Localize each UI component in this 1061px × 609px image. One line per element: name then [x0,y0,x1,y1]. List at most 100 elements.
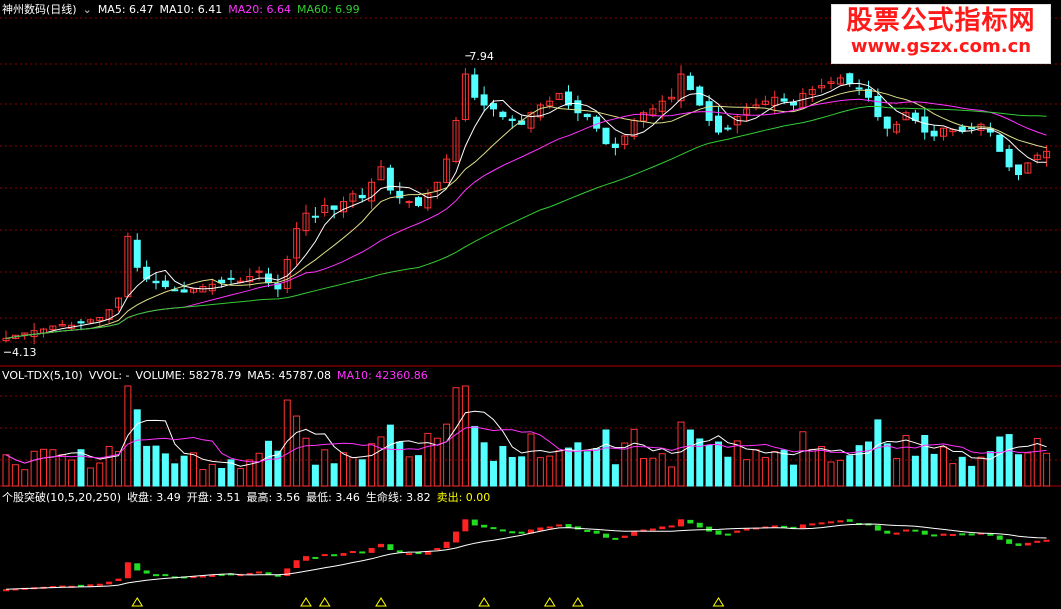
candle-body [1005,148,1013,168]
indicator-bar [293,560,300,568]
indicator-bar [659,526,666,530]
indicator-value: MA10: 6.41 [159,3,223,16]
volume-bar [780,449,788,487]
volume-bar [218,468,226,487]
indicator-bar [612,537,619,540]
volume-bar [1033,437,1041,487]
indicator-bar [893,532,900,535]
candle-body [930,130,938,137]
volume-bar [293,415,301,487]
indicator-bar [1043,539,1050,542]
buy-signal-icon [131,597,144,607]
volume-bar [96,462,104,487]
volume-bar [640,458,647,487]
volume-bar [68,459,76,487]
indicator-bar [678,519,684,527]
volume-bar [958,456,966,487]
volume-bar [274,450,282,487]
volume-bar [358,459,366,487]
indicator-bar [134,563,141,571]
candle-body [705,101,713,121]
volume-bar [724,456,732,487]
grid-lines [0,17,1061,487]
volume-bar [58,454,66,487]
indicator-bar [87,584,94,587]
stock-chart: 7.94 4.13 [0,17,1061,607]
indicator-bar [321,554,328,557]
indicator-bar [1006,539,1013,544]
candle-body [996,134,1004,152]
volume-bar [443,423,451,487]
indicator-panel [3,519,1050,607]
volume-bar [518,456,526,487]
volume-bar [1015,454,1022,487]
indicator-bar [931,534,938,537]
volume-bar [761,457,769,487]
volume-bar [330,463,338,487]
indicator-bar [471,519,478,526]
candle-body [471,74,479,98]
volume-bar [827,461,835,487]
indicator-bar [143,570,150,574]
indicator-bar [106,581,113,585]
indicator-value: VOLUME: 58278.79 [135,369,242,382]
volume-bar [574,442,582,487]
indicator-value: MA60: 6.99 [296,3,360,16]
volume-bar [743,459,751,487]
candle-body [593,116,601,129]
candle-body [311,215,319,218]
indicator-bar [368,547,375,553]
price-header: 神州数码(日线) ⌄ MA5: 6.47 MA10: 6.41 MA20: 6.64 MA… [2,2,366,18]
volume-bar [977,456,985,487]
volume-bar [2,454,10,487]
volume-bar [190,452,197,487]
volume-bar [1043,452,1051,487]
volume-bar [808,448,816,487]
candle-body [499,111,507,118]
volume-header: VOL-TDX(5,10) VVOL: - VOLUME: 58278.79 MA5:… [2,368,434,384]
volume-bar [499,445,507,487]
volume-bar [368,443,376,487]
volume-bar [593,448,601,487]
indicator-value: 收盘: 3.49 [127,491,181,504]
candle-body [715,115,722,133]
buy-signal-icon [571,597,584,607]
indicator-bar [115,578,122,582]
volume-bar [415,455,422,487]
chevron-down-icon[interactable]: ⌄ [83,3,92,16]
indicator-bar [912,529,919,532]
volume-bar [668,466,676,487]
volume-bar [77,449,85,487]
volume-bar [340,452,347,487]
indicator-bar [584,529,591,532]
indicator-bar [359,551,366,554]
volume-bar [471,425,479,487]
buy-signal-icon [478,597,491,607]
indicator-bar [349,551,356,554]
volume-bar [658,453,666,487]
indicator-bar [153,574,159,577]
indicator-value: VOL-TDX(5,10) [2,369,83,382]
indicator-bar [331,554,338,557]
volume-bar [546,455,554,487]
volume-bar [405,456,413,487]
candle-body [846,73,854,84]
candle-body [358,194,366,199]
indicator-bar [949,534,956,537]
volume-bar [255,452,263,487]
volume-bar [968,465,976,487]
indicator-bar [1015,543,1022,546]
indicator-bar [818,522,825,525]
indicator-bar [903,529,909,532]
indicator-bar [668,525,675,528]
volume-bar [874,419,882,487]
volume-bar [649,457,657,487]
volume-bar [30,450,38,487]
volume-bar [996,436,1004,487]
indicator-bar [1034,540,1041,543]
price-panel: 7.94 4.13 [2,50,1051,359]
volume-bar [836,459,844,487]
indicator-value: MA20: 6.64 [228,3,291,16]
volume-bar [752,449,760,487]
volume-bar [893,458,901,487]
